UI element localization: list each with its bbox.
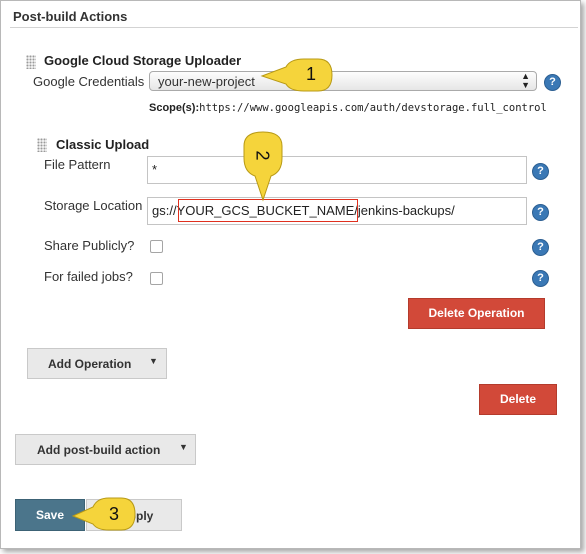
classic-upload-title: Classic Upload [56,137,150,152]
help-icon[interactable]: ? [532,204,549,221]
scope-value: https://www.googleapis.com/auth/devstora… [199,102,547,114]
delete-operation-button[interactable]: Delete Operation [408,298,545,329]
callout-1-icon [260,58,333,92]
storage-prefix: gs:// [152,203,177,218]
share-publicly-label: Share Publicly? [44,238,135,253]
scope-text: Scope(s):https://www.googleapis.com/auth… [149,102,547,114]
scope-label: Scope(s): [149,102,200,114]
credentials-label: Google Credentials [33,74,145,89]
drag-handle-icon[interactable] [26,55,36,69]
add-operation-label: Add Operation [48,357,132,371]
share-publicly-checkbox[interactable] [150,240,163,253]
callout-1-number: 1 [306,64,317,84]
callout-3-icon [71,497,136,531]
failed-jobs-checkbox[interactable] [150,272,163,285]
add-operation-button[interactable]: Add Operation ▼ [27,348,167,379]
dropdown-arrow-icon: ▼ [149,356,158,366]
section-title: Post-build Actions [13,9,128,24]
section-divider [10,27,578,28]
storage-suffix: /jenkins-backups/ [354,203,455,218]
callout-3-number: 3 [109,504,120,524]
drag-handle-icon[interactable] [37,138,47,152]
credentials-select[interactable]: your-new-project ▲ ▼ [149,71,537,91]
select-arrows-icon: ▲ ▼ [521,71,530,90]
failed-jobs-label: For failed jobs? [44,269,133,284]
help-icon[interactable]: ? [544,74,561,91]
gcs-uploader-title: Google Cloud Storage Uploader [44,53,242,68]
help-icon[interactable]: ? [532,239,549,256]
delete-button[interactable]: Delete [479,384,557,415]
dropdown-arrow-icon: ▼ [179,442,188,452]
help-icon[interactable]: ? [532,163,549,180]
storage-location-label: Storage Location [44,198,143,213]
callout-2-icon [243,131,283,202]
file-pattern-label: File Pattern [44,157,111,172]
file-pattern-input[interactable]: * [147,156,527,184]
add-post-build-label: Add post-build action [37,443,161,457]
bucket-name-highlight [178,199,358,222]
callout-2-number: 2 [252,150,273,161]
credentials-selected-value: your-new-project [158,74,255,89]
help-icon[interactable]: ? [532,270,549,287]
add-post-build-action-button[interactable]: Add post-build action ▼ [15,434,196,465]
